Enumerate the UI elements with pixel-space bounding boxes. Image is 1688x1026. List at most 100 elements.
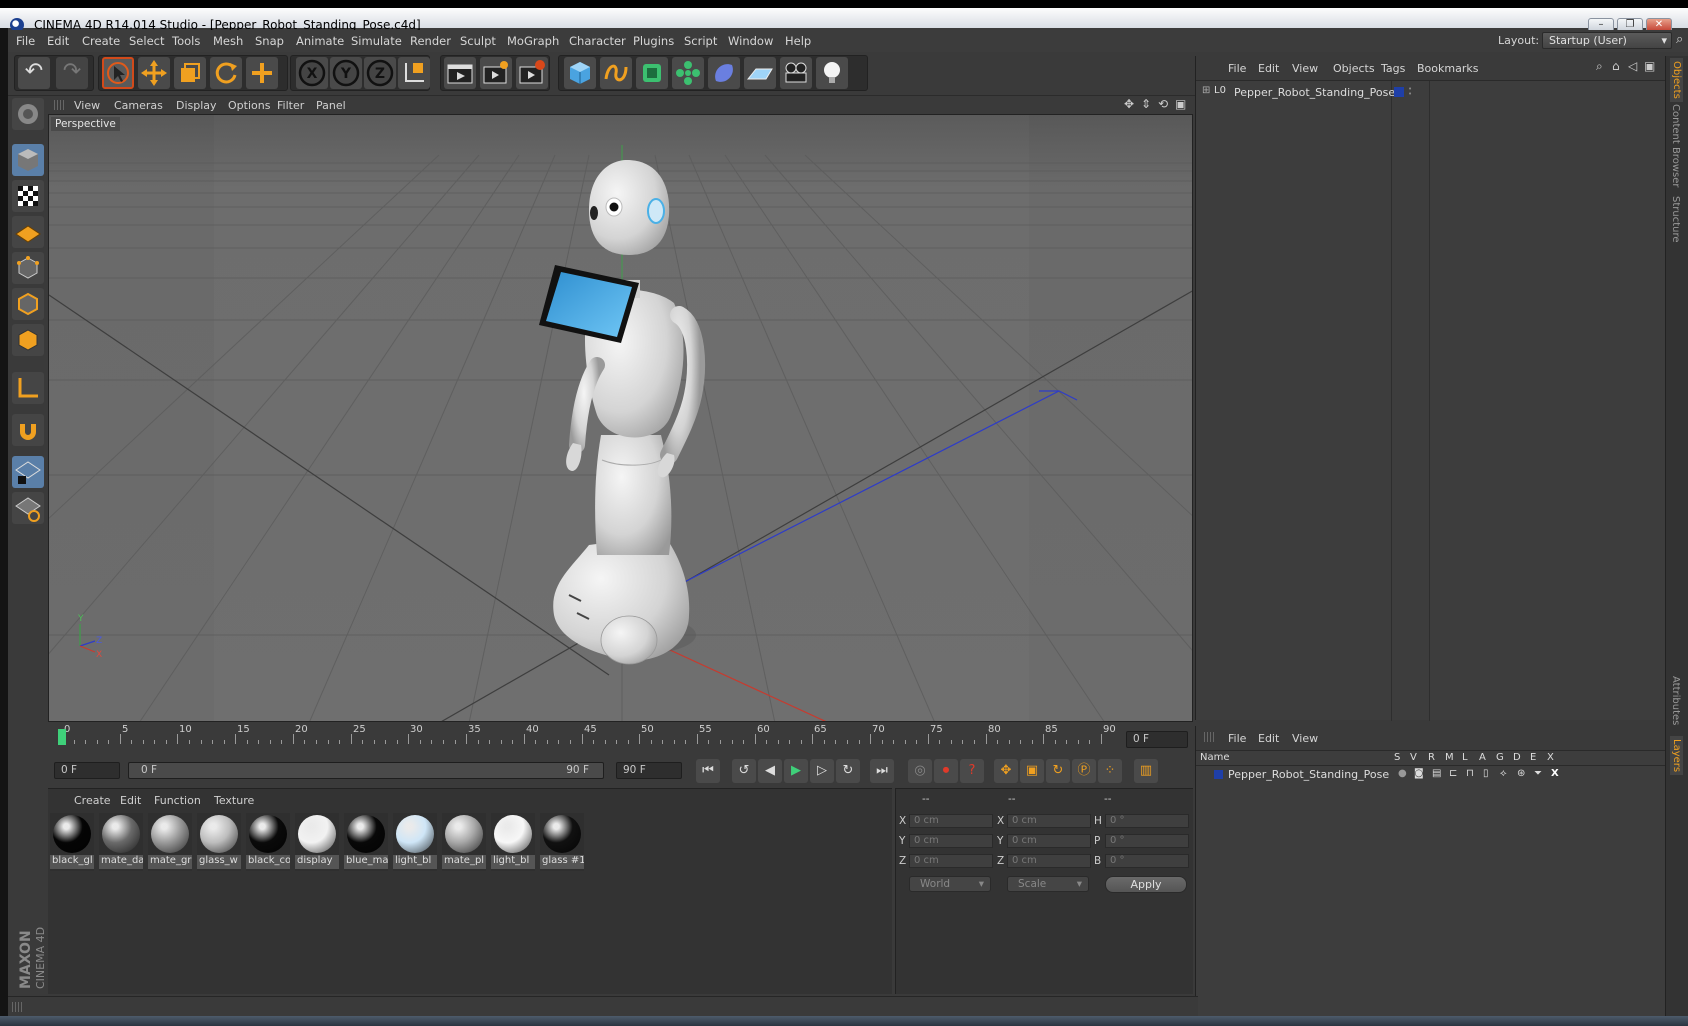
tab-content-browser[interactable]: Content Browser [1670, 104, 1681, 187]
nurbs-icon[interactable] [636, 57, 668, 89]
material-swatch[interactable]: mate_gr [148, 813, 192, 871]
move-icon[interactable] [138, 57, 170, 89]
menu-render[interactable]: Render [410, 34, 451, 48]
menu-window[interactable]: Window [728, 34, 773, 48]
menu-mesh[interactable]: Mesh [213, 34, 243, 48]
layers-menu-edit[interactable]: Edit [1258, 732, 1279, 745]
cube-icon[interactable] [564, 57, 596, 89]
layer-column-header[interactable]: E [1530, 752, 1536, 763]
menu-snap[interactable]: Snap [255, 34, 284, 48]
viewport-zoom-icon[interactable]: ⇕ [1141, 97, 1151, 111]
deformers-icon[interactable]: ⊛ [1517, 768, 1525, 779]
timeline-ruler[interactable]: 0 5 10 15 20 25 30 35 40 45 50 55 60 65 70 75 80 85 90 0 F [48, 724, 1193, 754]
material-swatch[interactable]: light_bl [393, 813, 437, 871]
polygons-mode-icon[interactable] [12, 324, 44, 356]
edges-mode-icon[interactable] [12, 288, 44, 320]
viewport-menu-display[interactable]: Display [176, 99, 217, 112]
menu-sculpt[interactable]: Sculpt [460, 34, 496, 48]
viewport-menu-panel[interactable]: Panel [316, 99, 346, 112]
size-z-field[interactable]: 0 cm [1007, 854, 1091, 868]
render-view-icon[interactable] [444, 57, 476, 89]
current-frame-field[interactable]: 0 F [1126, 731, 1188, 748]
view-icon[interactable]: ◙ [1414, 768, 1424, 779]
rotation-h-field[interactable]: 0 ° [1105, 814, 1189, 828]
workplane-mode-icon[interactable] [12, 216, 44, 248]
next-key-icon[interactable]: ↻ [836, 759, 860, 783]
tab-structure[interactable]: Structure [1670, 196, 1681, 243]
material-swatch[interactable]: black_co [246, 813, 290, 871]
playhead-marker[interactable] [58, 729, 66, 745]
end-frame-field[interactable]: 90 F [616, 762, 682, 779]
layer-row[interactable]: Pepper_Robot_Standing_Pose ● ◙ ▤ ⊏ ⊓ ▯ ⟡… [1200, 768, 1660, 783]
back-icon[interactable]: ◁ [1628, 59, 1637, 73]
snap-magnet-icon[interactable] [12, 414, 44, 446]
scale-icon[interactable] [174, 57, 206, 89]
viewport-menu-cameras[interactable]: Cameras [114, 99, 163, 112]
redo-icon[interactable]: ↷ [56, 57, 88, 89]
objects-menu-objects[interactable]: Objects [1333, 62, 1375, 75]
material-swatch[interactable]: light_bl [491, 813, 535, 871]
render-picture-viewer-icon[interactable] [480, 57, 512, 89]
menu-mograph[interactable]: MoGraph [507, 34, 559, 48]
layers-menu-file[interactable]: File [1228, 732, 1246, 745]
manager-icon[interactable]: ⊏ [1449, 768, 1457, 779]
menu-animate[interactable]: Animate [296, 34, 344, 48]
home-icon[interactable]: ⌂ [1612, 59, 1620, 73]
layer-color-swatch[interactable] [1214, 770, 1223, 779]
position-z-field[interactable]: 0 cm [909, 854, 993, 868]
new-panel-icon[interactable]: ▣ [1644, 59, 1655, 73]
size-x-field[interactable]: 0 cm [1007, 814, 1091, 828]
live-selection-icon[interactable] [102, 57, 134, 89]
layers-menu-view[interactable]: View [1292, 732, 1318, 745]
light-icon[interactable] [816, 57, 848, 89]
layer-column-header[interactable]: M [1445, 752, 1454, 763]
menu-tools[interactable]: Tools [172, 34, 200, 48]
search-icon[interactable]: ⌕ [1596, 59, 1603, 74]
generators-icon[interactable]: ⟡ [1500, 768, 1507, 779]
layer-column-header[interactable]: A [1479, 752, 1486, 763]
render-icon[interactable]: ▤ [1432, 768, 1441, 779]
animation-icon[interactable]: ▯ [1483, 768, 1489, 779]
position-x-field[interactable]: 0 cm [909, 814, 993, 828]
expressions-icon[interactable]: ⏷ [1534, 768, 1542, 779]
material-swatch[interactable]: mate_da [99, 813, 143, 871]
material-swatch[interactable]: blue_ma [344, 813, 388, 871]
previous-frame-icon[interactable]: ◀ [758, 759, 782, 783]
locked-workplane-icon[interactable] [12, 456, 44, 488]
tab-objects[interactable]: Objects [1670, 58, 1683, 102]
layer-column-header[interactable]: Name [1200, 752, 1230, 763]
lock-icon[interactable]: ⊓ [1466, 768, 1474, 779]
rotate-icon[interactable] [210, 57, 242, 89]
keyframe-selection-icon[interactable]: ? [960, 759, 984, 783]
menu-help[interactable]: Help [785, 34, 811, 48]
tab-layers[interactable]: Layers [1670, 736, 1683, 776]
x-axis-icon[interactable]: X [296, 57, 328, 89]
layer-column-header[interactable]: D [1513, 752, 1521, 763]
timeline-window-icon[interactable]: ▥ [1134, 759, 1158, 783]
array-icon[interactable] [672, 57, 704, 89]
viewport-pan-icon[interactable]: ✥ [1124, 97, 1134, 111]
preview-range-slider[interactable]: 0 F 90 F [128, 762, 604, 779]
edit-render-settings-icon[interactable] [516, 57, 548, 89]
scale-key-icon[interactable]: ▣ [1020, 759, 1044, 783]
objects-menu-view[interactable]: View [1292, 62, 1318, 75]
objects-menu-bookmarks[interactable]: Bookmarks [1417, 62, 1478, 75]
camera-icon[interactable] [780, 57, 812, 89]
menu-plugins[interactable]: Plugins [633, 34, 674, 48]
material-swatch[interactable]: black_gl [50, 813, 94, 871]
solo-icon[interactable]: ● [1398, 768, 1407, 779]
points-mode-icon[interactable] [12, 252, 44, 284]
z-axis-icon[interactable]: Z [364, 57, 396, 89]
material-swatch[interactable]: glass #1 [540, 813, 584, 871]
position-y-field[interactable]: 0 cm [909, 834, 993, 848]
menu-character[interactable]: Character [569, 34, 626, 48]
record-keys-icon[interactable]: ◎ [908, 759, 932, 783]
viewport-maximize-icon[interactable]: ▣ [1175, 97, 1186, 111]
make-editable-icon[interactable] [12, 98, 44, 130]
menu-script[interactable]: Script [684, 34, 717, 48]
play-icon[interactable]: ▶ [784, 759, 808, 783]
floor-icon[interactable] [744, 57, 776, 89]
coordinate-system-icon[interactable] [398, 57, 430, 89]
autokey-icon[interactable]: ⏺ [934, 759, 958, 783]
material-swatch[interactable]: glass_w [197, 813, 241, 871]
